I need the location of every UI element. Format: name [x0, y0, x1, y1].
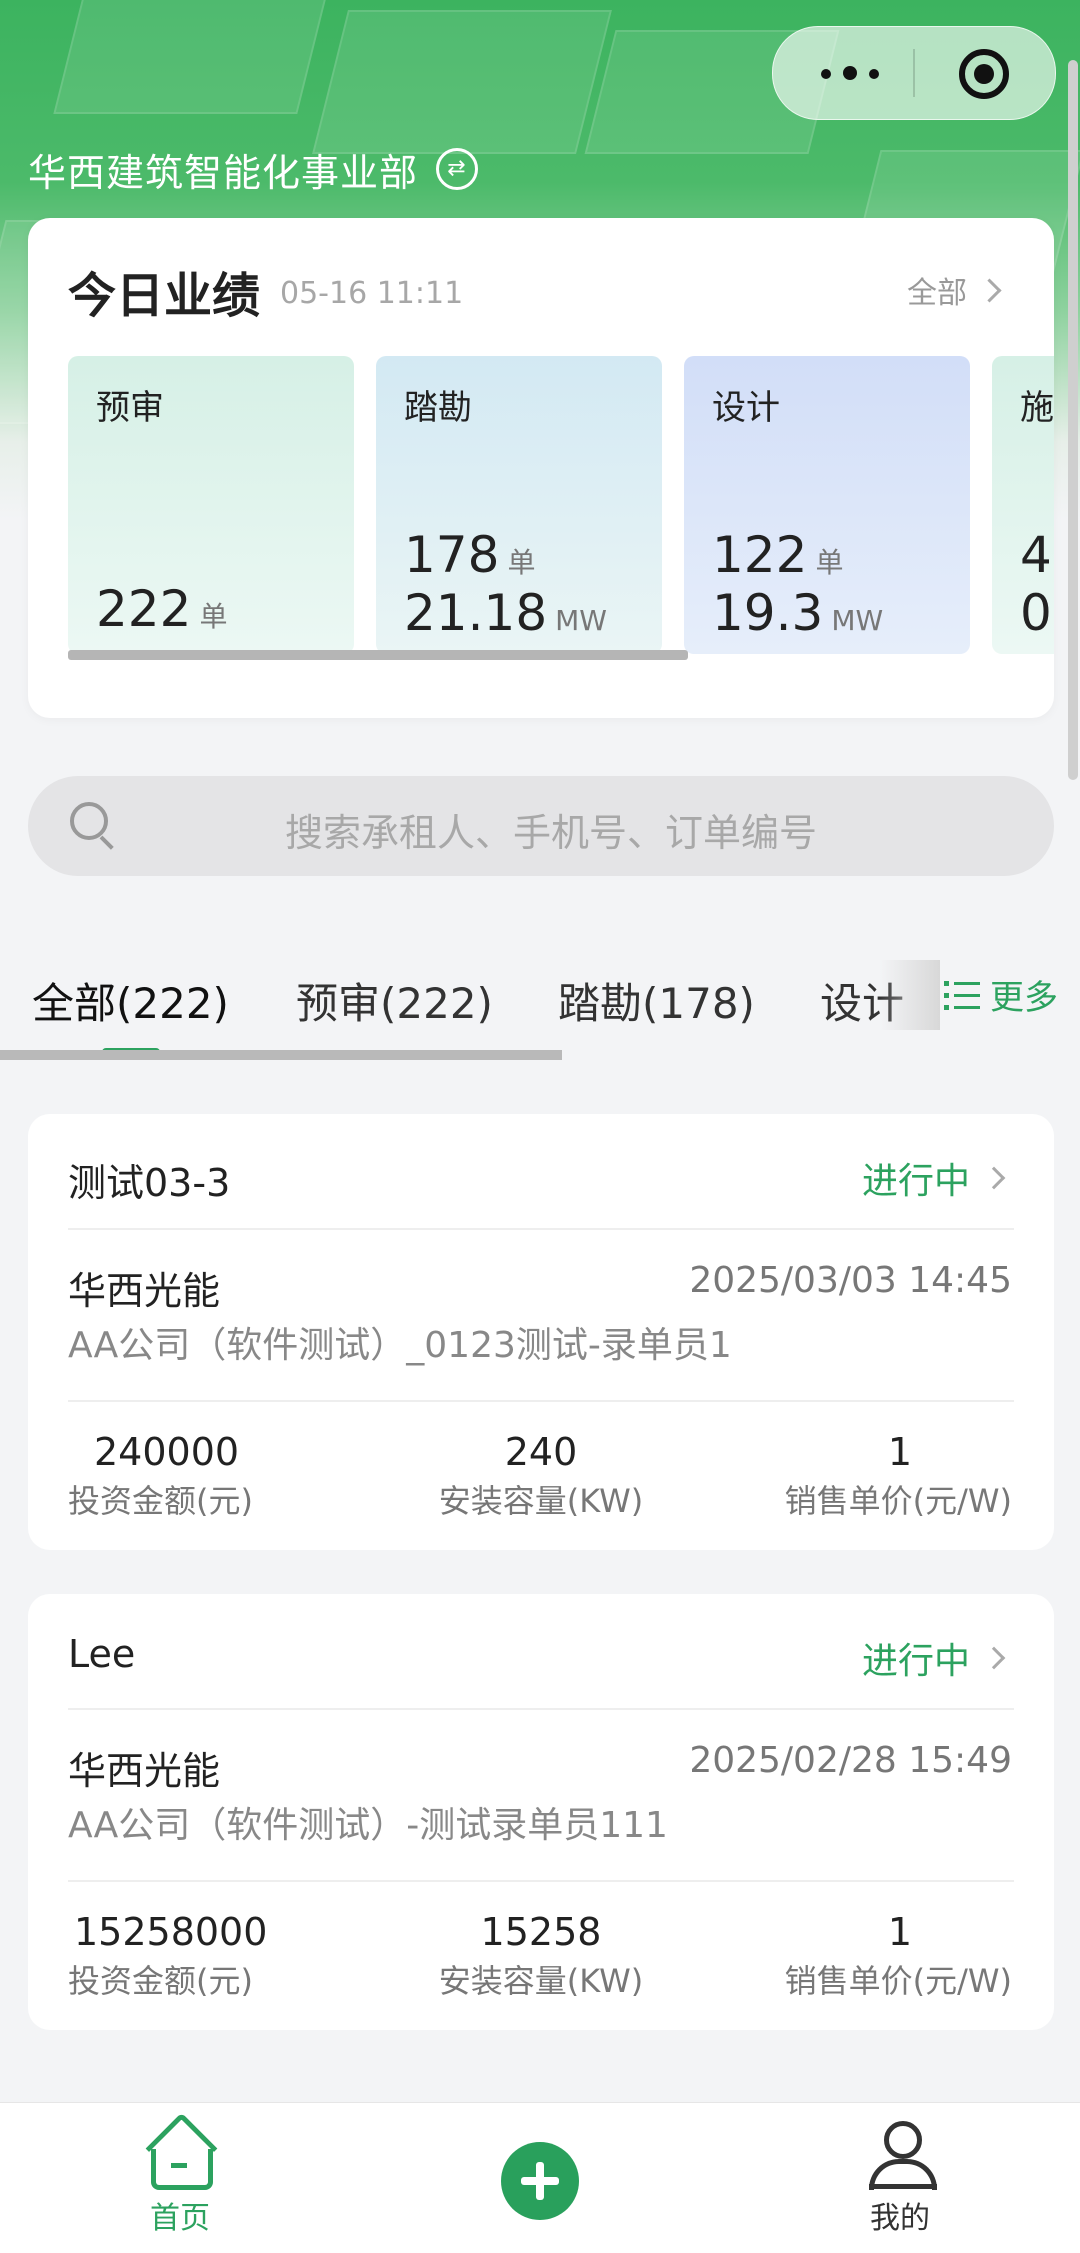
divider: [68, 1228, 1014, 1230]
metric-label: 安装容量(KW): [438, 1482, 644, 1520]
status-tabs: 全部(222) 预审(222) 踏勘(178) 设计 更多: [0, 960, 1080, 1070]
view-all-label: 全部: [907, 276, 967, 311]
order-description: AA公司（软件测试）-测试录单员111: [68, 1805, 668, 1846]
order-name: Lee: [68, 1632, 136, 1676]
metric-value: 1: [887, 1430, 912, 1474]
metric-investment: 15258000 投资金额(元): [68, 1910, 388, 2002]
stat-label: 踏勘: [404, 388, 472, 428]
search-placeholder: 搜索承租人、手机号、订单编号: [284, 811, 817, 855]
stat-count: 122 单: [712, 526, 844, 584]
stat-count: 178 单: [404, 526, 536, 584]
stat-label: 设计: [712, 388, 780, 428]
list-icon: [944, 978, 980, 1012]
order-card[interactable]: 测试03-3 进行中 华西光能 2025/03/03 14:45 AA公司（软件…: [28, 1114, 1054, 1550]
metric-capacity: 15258 安装容量(KW): [381, 1910, 701, 2002]
stat-label: 预审: [96, 388, 164, 428]
view-all-link[interactable]: 全部: [907, 268, 1002, 312]
tabs-scrollbar[interactable]: [0, 1050, 562, 1060]
plus-circle-icon[interactable]: [501, 2142, 579, 2220]
order-status[interactable]: 进行中: [861, 1152, 1006, 1204]
capsule-divider: [913, 49, 915, 97]
nav-home-label: 首页: [150, 2201, 210, 2236]
metric-value: 15258: [480, 1910, 602, 1954]
metric-value: 240000: [94, 1430, 240, 1474]
divider: [68, 1708, 1014, 1710]
status-label: 进行中: [861, 1641, 970, 1682]
stat-card-survey[interactable]: 踏勘 178 单 21.18 MW: [376, 356, 662, 654]
nav-mine[interactable]: 我的: [820, 2121, 980, 2237]
divider: [68, 1880, 1014, 1882]
miniprogram-capsule: [772, 26, 1056, 120]
order-card[interactable]: Lee 进行中 华西光能 2025/02/28 15:49 AA公司（软件测试）…: [28, 1594, 1054, 2030]
tab-preview[interactable]: 预审(222): [296, 970, 493, 1031]
stat-count: 222 单: [96, 580, 228, 638]
tab-survey[interactable]: 踏勘(178): [558, 970, 755, 1031]
metric-capacity: 240 安装容量(KW): [381, 1430, 701, 1522]
today-title: 今日业绩: [68, 268, 261, 324]
chevron-right-icon: [982, 1646, 1006, 1670]
metric-label: 投资金额(元): [68, 1962, 253, 2000]
target-icon[interactable]: [959, 49, 1009, 99]
today-time: 05-16 11:11: [280, 276, 464, 311]
order-name: 测试03-3: [68, 1161, 231, 1205]
stat-card-design[interactable]: 设计 122 单 19.3 MW: [684, 356, 970, 654]
solar-panel-decor: [312, 10, 612, 154]
status-label: 进行中: [861, 1161, 970, 1202]
metric-label: 投资金额(元): [68, 1482, 253, 1520]
order-date: 2025/03/03 14:45: [689, 1260, 1012, 1301]
page-scrollbar[interactable]: [1068, 60, 1078, 780]
more-dots-icon[interactable]: [813, 53, 913, 93]
chevron-right-icon: [982, 1166, 1006, 1190]
stat-card-preview[interactable]: 预审 222 单: [68, 356, 354, 654]
metric-label: 销售单价(元/W): [784, 1482, 1012, 1520]
stat-label: 施: [1020, 388, 1054, 428]
org-name: 华西建筑智能化事业部: [28, 150, 419, 195]
nav-mine-label: 我的: [870, 2201, 930, 2236]
metric-value: 15258000: [74, 1910, 268, 1954]
metric-label: 安装容量(KW): [438, 1962, 644, 2000]
metric-value: 240: [504, 1430, 578, 1474]
tab-more-button[interactable]: 更多: [944, 970, 1058, 1019]
metric-value: 1: [887, 1910, 912, 1954]
order-company: 华西光能: [68, 1269, 221, 1313]
tab-all[interactable]: 全部(222): [32, 970, 229, 1031]
metric-unit-price: 1 销售单价(元/W): [692, 1430, 1012, 1522]
today-performance-card: 今日业绩 05-16 11:11 全部 预审 222 单 踏勘 178 单 21.1…: [28, 218, 1054, 718]
stat-capacity: 21.18 MW: [404, 584, 607, 642]
search-bar[interactable]: 搜索承租人、手机号、订单编号: [28, 776, 1054, 876]
solar-panel-decor: [53, 0, 331, 114]
stat-count: 4: [1020, 526, 1052, 584]
divider: [68, 1400, 1014, 1402]
metric-unit-price: 1 销售单价(元/W): [692, 1910, 1012, 2002]
order-description: AA公司（软件测试）_0123测试-录单员1: [68, 1325, 732, 1366]
home-icon: [145, 2112, 218, 2190]
nav-home[interactable]: 首页: [100, 2112, 260, 2237]
stat-capacity: 0.: [1020, 584, 1054, 642]
horizontal-scrollbar[interactable]: [68, 650, 688, 660]
stat-capacity: 19.3 MW: [712, 584, 884, 642]
metric-investment: 240000 投资金额(元): [68, 1430, 388, 1522]
order-company: 华西光能: [68, 1749, 221, 1793]
stat-card-construction[interactable]: 施 4 0.: [992, 356, 1054, 654]
order-status[interactable]: 进行中: [861, 1632, 1006, 1684]
tab-fade: [880, 960, 940, 1030]
metric-label: 销售单价(元/W): [784, 1962, 1012, 2000]
user-icon: [867, 2121, 937, 2190]
switch-icon[interactable]: ⇄: [436, 148, 479, 190]
org-switcher[interactable]: 华西建筑智能化事业部 ⇄: [28, 144, 479, 195]
order-date: 2025/02/28 15:49: [689, 1740, 1012, 1781]
chevron-right-icon: [977, 277, 1002, 303]
tab-more-label: 更多: [990, 978, 1058, 1018]
